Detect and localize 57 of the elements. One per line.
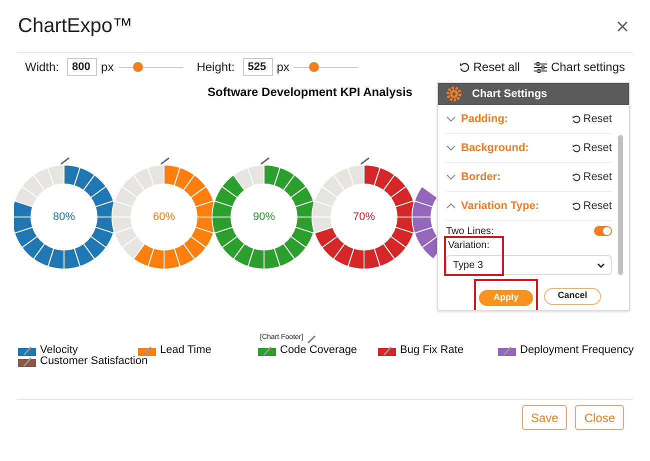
two-lines-label: Two Lines: <box>446 224 494 238</box>
gauge-value: 70% <box>352 210 376 225</box>
chevron-down-icon[interactable] <box>446 145 456 151</box>
reset-icon <box>572 172 582 182</box>
reset-button[interactable]: Reset <box>572 140 612 156</box>
sliders-icon <box>534 62 547 72</box>
legend-label: Velocity <box>40 345 78 356</box>
width-label: Width: <box>25 59 60 76</box>
width-field[interactable]: 800 <box>67 58 98 76</box>
pencil-icon[interactable] <box>307 334 316 344</box>
toggle-switch[interactable] <box>594 226 612 236</box>
height-label: Height: <box>196 59 235 76</box>
reset-icon <box>572 202 582 210</box>
variation-label: Variation: <box>447 239 491 253</box>
window-title: ChartExpo™ <box>18 14 132 39</box>
legend-swatch[interactable] <box>18 346 36 356</box>
close-icon[interactable] <box>617 20 628 32</box>
gauge-value: 80% <box>52 210 76 225</box>
gauge-value: 60% <box>152 210 176 225</box>
height-slider[interactable] <box>294 62 358 72</box>
legend-label: Customer Satisfaction <box>40 356 148 367</box>
pencil-icon[interactable] <box>160 157 170 165</box>
width-slider[interactable] <box>118 62 183 72</box>
legend-label: Lead Time <box>160 345 212 356</box>
pencil-icon[interactable] <box>60 157 70 165</box>
legend-swatch[interactable] <box>258 346 276 356</box>
chart-title: Software Development KPI Analysis <box>208 84 412 101</box>
height-field[interactable]: 525 <box>242 58 273 76</box>
legend-swatch[interactable] <box>498 346 516 356</box>
gauge-value: 90% <box>252 210 276 225</box>
chevron-down-icon[interactable] <box>446 116 456 122</box>
chevron-down-icon[interactable] <box>446 174 456 180</box>
reset-icon <box>572 114 582 124</box>
scrollbar[interactable] <box>618 135 623 275</box>
legend-label: Bug Fix Rate <box>400 345 464 356</box>
chevron-up-icon[interactable] <box>446 203 456 209</box>
pencil-icon[interactable] <box>360 157 370 165</box>
legend-label: Deployment Frequency <box>520 345 634 356</box>
pencil-icon[interactable] <box>260 157 270 165</box>
reset-button[interactable]: Reset <box>572 110 612 128</box>
reset-icon <box>459 62 470 72</box>
cancel-button[interactable]: Cancel <box>544 288 601 304</box>
reset-all-button[interactable]: Reset all <box>459 58 520 76</box>
unit-label: px <box>101 59 114 76</box>
reset-button[interactable]: Reset <box>572 198 612 214</box>
reset-icon <box>572 144 582 152</box>
legend-swatch[interactable] <box>378 346 396 356</box>
variation-dropdown[interactable]: Type 3 <box>446 255 612 275</box>
legend-swatch[interactable] <box>18 356 36 366</box>
panel-title: Chart Settings <box>472 86 548 102</box>
legend-label: Code Coverage <box>280 345 358 356</box>
unit-label: px <box>276 59 290 76</box>
gear-icon <box>446 86 462 102</box>
chevron-down-icon <box>597 262 605 268</box>
reset-button[interactable]: Reset <box>572 168 612 186</box>
chart-settings-button[interactable]: Chart settings <box>534 58 625 76</box>
legend-swatch[interactable] <box>138 346 156 356</box>
